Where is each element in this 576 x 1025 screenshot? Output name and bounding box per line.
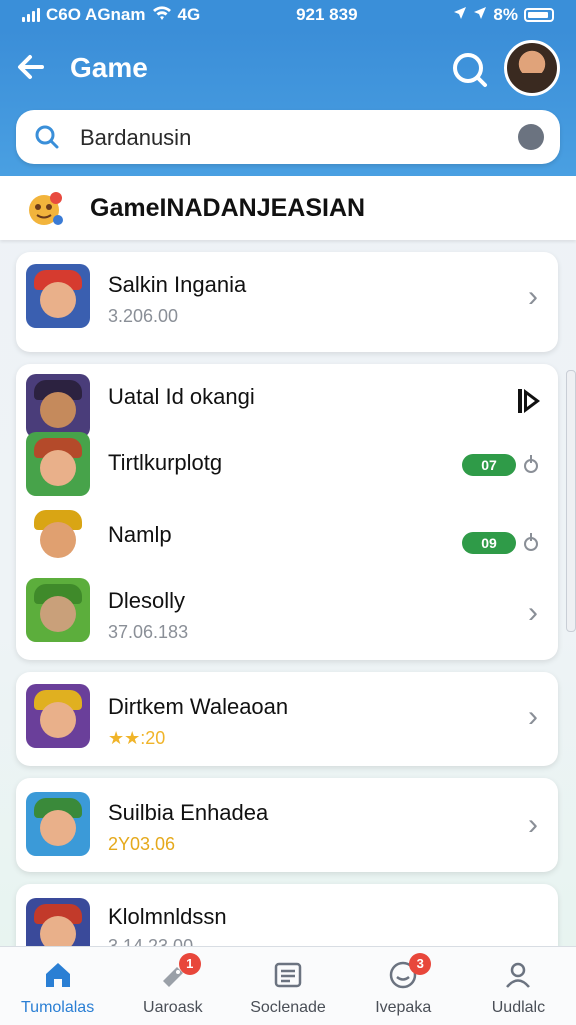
status-bar: C6O AGnam 4G 921 839 8% <box>0 0 576 30</box>
app-version: 2Y03.06 <box>108 834 176 854</box>
app-icon <box>26 432 90 496</box>
game-emoji-icon <box>24 188 66 228</box>
section-header: GameINADANJEASIAN <box>0 176 576 240</box>
tab-news[interactable]: Soclenade <box>230 947 345 1025</box>
app-rating: ★★:20 <box>108 728 166 748</box>
app-name: Suilbia Enhadea <box>108 800 269 825</box>
tab-profile[interactable]: Uudlalc <box>461 947 576 1025</box>
app-version: 37.06.183 <box>108 622 189 642</box>
network-type: 4G <box>177 5 201 24</box>
news-icon <box>272 959 304 991</box>
app-icon <box>26 578 90 642</box>
tab-label: Tumolalas <box>20 999 95 1016</box>
app-icon <box>26 792 90 856</box>
app-card: Salkin Ingania 3.206.00 › <box>16 252 558 352</box>
tab-tags[interactable]: 1 Uaroask <box>115 947 230 1025</box>
wifi-icon <box>152 5 172 26</box>
tab-label: Uudlalc <box>491 999 546 1016</box>
app-icon <box>26 264 90 328</box>
app-card: Uatal Id okangi Tirtlkurplotg 07 Namlp 0… <box>16 364 558 660</box>
app-icon <box>26 504 90 568</box>
location-icon <box>453 5 467 25</box>
list-item[interactable]: Namlp 09 <box>16 500 558 572</box>
home-icon <box>42 959 74 991</box>
app-name: Uatal Id okangi <box>108 384 255 409</box>
app-icon <box>26 684 90 748</box>
chevron-right-icon: › <box>528 808 538 841</box>
signal-icon <box>22 8 40 22</box>
battery-percent: 8% <box>493 5 518 24</box>
tab-label: Uaroask <box>143 999 203 1016</box>
back-arrow-icon[interactable] <box>14 50 54 86</box>
notification-badge: 3 <box>409 953 432 975</box>
carrier-text: C6O AGnam <box>46 5 146 24</box>
list-item[interactable]: Suilbia Enhadea 2Y03.06 › <box>16 778 558 872</box>
section-title: GameINADANJEASIAN <box>90 194 366 222</box>
clock: 921 839 <box>296 5 358 24</box>
profile-icon <box>502 959 534 991</box>
app-name: Dirtkem Waleaoan <box>108 694 289 719</box>
play-icon[interactable] <box>514 386 542 416</box>
app-card: Dirtkem Waleaoan ★★:20 › <box>16 672 558 766</box>
search-icon[interactable] <box>448 48 492 92</box>
tab-home[interactable]: Tumolalas <box>0 947 115 1025</box>
list-item[interactable]: Tirtlkurplotg 07 <box>16 428 558 500</box>
status-badge: 07 <box>462 454 516 476</box>
voice-search-icon[interactable] <box>518 124 544 150</box>
search-input[interactable] <box>78 120 502 156</box>
app-name: Namlp <box>108 522 172 547</box>
app-card: Suilbia Enhadea 2Y03.06 › <box>16 778 558 872</box>
app-name: Klolmnldssn <box>108 904 227 929</box>
bottom-nav: Tumolalas 1 Uaroask Soclenade 3 Ivepaka … <box>0 946 576 1025</box>
app-name: Tirtlkurplotg <box>108 450 223 475</box>
tab-label: Ivepaka <box>375 999 432 1016</box>
list-item[interactable]: Dirtkem Waleaoan ★★:20 › <box>16 672 558 766</box>
search-bar <box>16 110 560 164</box>
signal-icon-2 <box>473 5 487 25</box>
chevron-right-icon: › <box>528 280 538 313</box>
chevron-right-icon: › <box>528 596 538 629</box>
download-icon[interactable] <box>522 454 540 474</box>
list-item[interactable]: Dlesolly 37.06.183 › <box>16 572 558 660</box>
app-version: 3.206.00 <box>108 306 179 326</box>
list-item[interactable]: Salkin Ingania 3.206.00 › <box>16 252 558 352</box>
scrollbar[interactable] <box>566 370 576 632</box>
notification-badge: 1 <box>178 953 201 975</box>
avatar[interactable] <box>504 40 560 96</box>
list-item[interactable]: Uatal Id okangi <box>16 364 558 438</box>
page-title: Game <box>70 52 148 83</box>
status-badge: 09 <box>462 532 516 554</box>
tab-label: Soclenade <box>250 999 326 1016</box>
app-name: Dlesolly <box>108 588 186 613</box>
app-name: Salkin Ingania <box>108 272 247 297</box>
chevron-right-icon: › <box>528 700 538 733</box>
download-icon[interactable] <box>522 532 540 552</box>
tab-chat[interactable]: 3 Ivepaka <box>346 947 461 1025</box>
search-icon <box>34 124 60 150</box>
battery-icon <box>523 8 554 22</box>
